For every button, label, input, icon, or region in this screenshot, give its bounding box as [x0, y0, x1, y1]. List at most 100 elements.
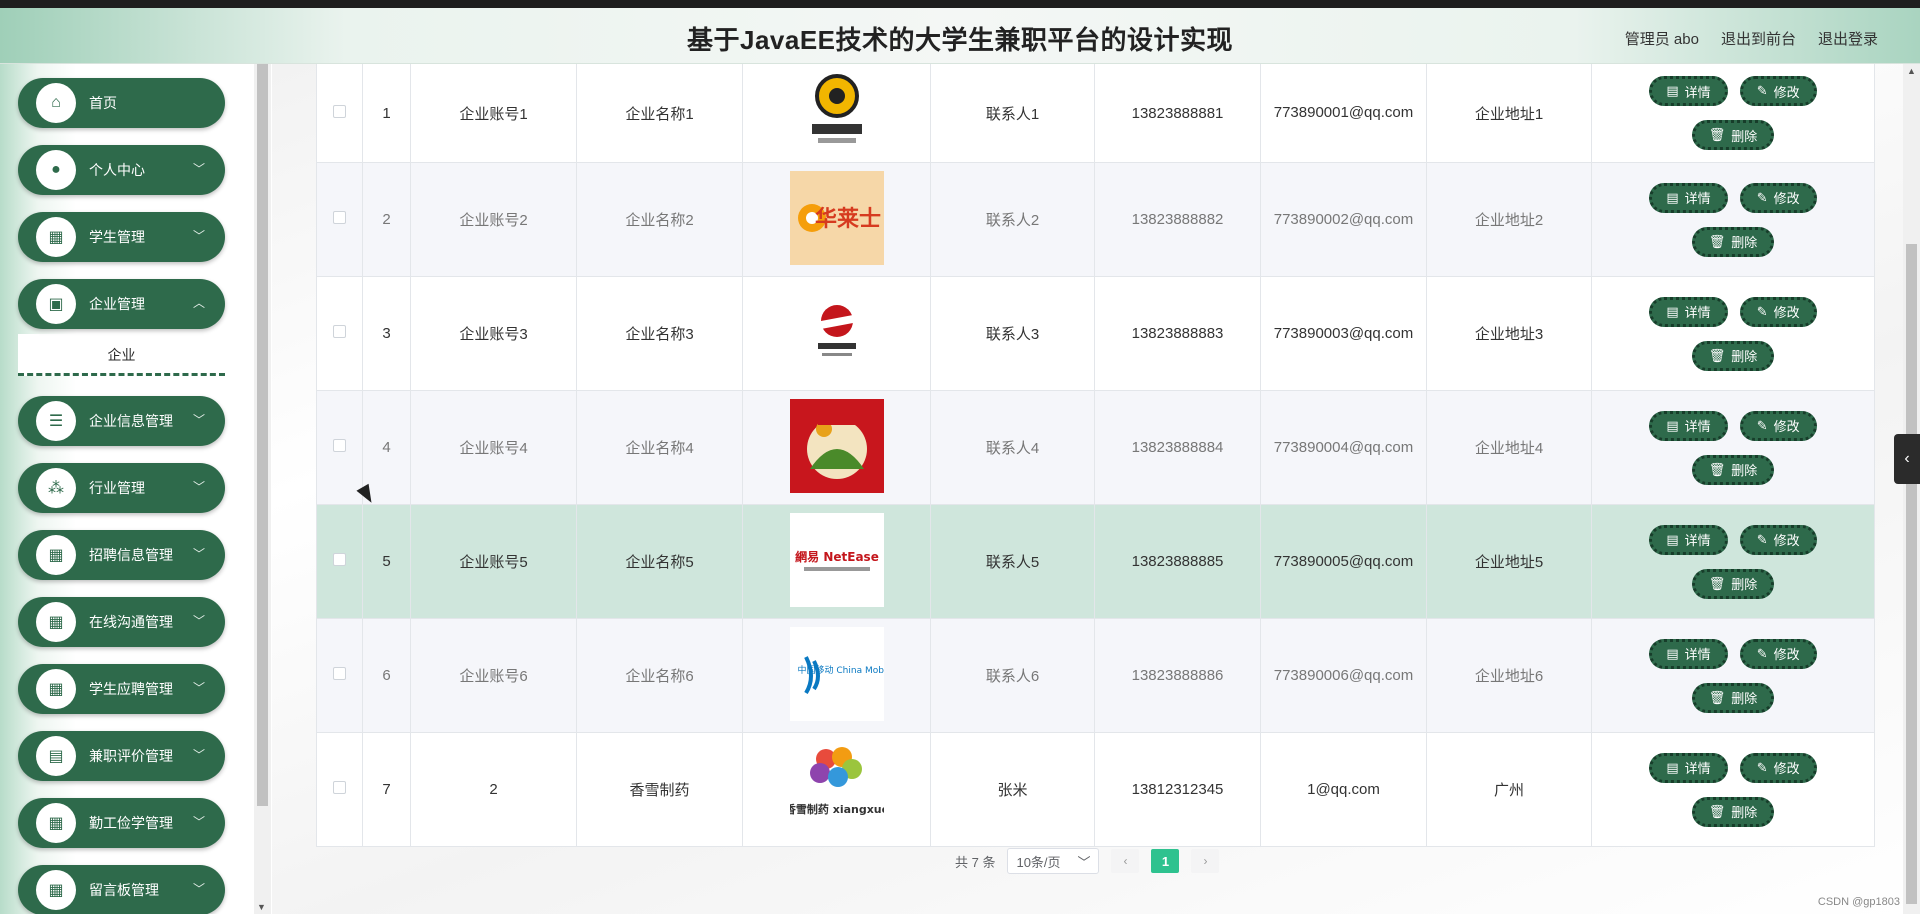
contact-phone: 13823888885 [1094, 504, 1261, 619]
email: 773890005@qq.com [1273, 552, 1414, 570]
edit-button[interactable]: ✎ 修改 [1739, 76, 1817, 106]
table-row: 2 企业账号2 企业名称2 华莱士 联系人2 13823888882 773890002@q… [316, 162, 1875, 277]
scroll-down-arrow-icon[interactable]: ▼ [257, 902, 266, 912]
sidebar-item-label: 首页 [89, 95, 117, 111]
chevron-down-icon: ﹀ [192, 614, 205, 628]
next-page-button[interactable]: › [1191, 849, 1220, 873]
enterprise-logo[interactable] [789, 398, 884, 493]
email: 773890001@qq.com [1273, 104, 1414, 121]
page-scroll-thumb[interactable] [1906, 244, 1917, 904]
enterprise-logo[interactable]: 網易 NetEase [789, 512, 884, 607]
row-actions: ▤ 详情 ✎ 修改 🗑 删除 [1591, 390, 1875, 505]
email-cell: 773890003@qq.com [1260, 276, 1427, 391]
sidebar-item-industry[interactable]: ⁂ 行业管理 ﹀ [18, 463, 225, 513]
row-checkbox[interactable] [333, 781, 346, 794]
edit-button[interactable]: ✎ 修改 [1739, 296, 1817, 327]
sidebar-item-reviews[interactable]: ▤ 兼职评价管理 ﹀ [18, 731, 225, 781]
edit-button[interactable]: ✎ 修改 [1739, 524, 1817, 555]
page-scrollbar[interactable]: ▲ [1903, 64, 1920, 914]
contact-phone: 13823888882 [1094, 162, 1261, 277]
admin-user-link[interactable]: 管理员 abo [1625, 28, 1699, 49]
sidebar-item-chat[interactable]: ▦ 在线沟通管理 ﹀ [18, 597, 225, 647]
row-checkbox[interactable] [333, 667, 346, 680]
enterprise-logo[interactable] [790, 64, 884, 158]
enterprise-logo[interactable]: 中国移动 China Mobile [789, 626, 884, 721]
collapse-panel-tab[interactable]: ‹ [1894, 434, 1920, 484]
enterprise-logo[interactable]: 香雪制药 xiangxue [790, 741, 884, 835]
row-checkbox-cell [316, 276, 363, 391]
sidebar-item-students[interactable]: ▦ 学生管理 ﹀ [18, 212, 225, 262]
enterprise-account: 企业账号3 [410, 276, 577, 391]
sidebar-item-applications[interactable]: ▦ 学生应聘管理 ﹀ [18, 664, 225, 714]
page-size-value: 10条/页 [1016, 854, 1061, 870]
edit-button[interactable]: ✎ 修改 [1739, 410, 1817, 441]
enterprise-name: 企业名称4 [576, 390, 743, 505]
detail-button[interactable]: ▤ 详情 [1649, 752, 1728, 783]
sidebar-item-label: 勤工俭学管理 [89, 815, 173, 831]
enterprise-name: 企业名称6 [576, 618, 743, 733]
pagination-total: 共 7 条 [955, 854, 996, 870]
edit-button[interactable]: ✎ 修改 [1739, 182, 1817, 213]
grid-icon: ▦ [36, 535, 76, 575]
delete-button[interactable]: 🗑 删除 [1691, 226, 1775, 257]
detail-button[interactable]: ▤ 详情 [1649, 76, 1728, 106]
enterprise-logo[interactable] [790, 285, 884, 379]
sidebar-item-home[interactable]: ⌂ 首页 [18, 78, 225, 128]
sidebar-item-label: 招聘信息管理 [89, 547, 173, 563]
exit-to-front-link[interactable]: 退出到前台 [1721, 28, 1796, 49]
sidebar-item-recruitment[interactable]: ▦ 招聘信息管理 ﹀ [18, 530, 225, 580]
table-row: 5 企业账号5 企业名称5 網易 NetEase 联系人5 13823888885 7738… [316, 504, 1875, 619]
row-checkbox[interactable] [333, 325, 346, 338]
sidebar-item-messages[interactable]: ▦ 留言板管理 ﹀ [18, 865, 225, 914]
row-checkbox[interactable] [333, 439, 346, 452]
logout-link[interactable]: 退出登录 [1818, 28, 1878, 49]
detail-button[interactable]: ▤ 详情 [1649, 296, 1728, 327]
scroll-up-arrow-icon[interactable]: ▲ [1907, 66, 1916, 76]
row-checkbox-cell [316, 64, 363, 163]
page-size-select[interactable]: 10条/页 ﹀ [1007, 848, 1100, 874]
row-checkbox-cell [316, 504, 363, 619]
row-checkbox[interactable] [333, 211, 346, 224]
delete-button[interactable]: 🗑 删除 [1691, 568, 1775, 599]
prev-page-button[interactable]: ‹ [1111, 849, 1140, 873]
sidebar-item-profile[interactable]: ● 个人中心 ﹀ [18, 145, 225, 195]
contact-phone: 13823888883 [1094, 276, 1261, 391]
table-row: 1 企业账号1 企业名称1 联系人1 13823888881 773890001@qq.c… [316, 64, 1875, 163]
enterprise-logo[interactable]: 华莱士 [789, 170, 884, 265]
delete-button[interactable]: 🗑 删除 [1691, 454, 1775, 485]
table-row: 3 企业账号3 企业名称3 联系人3 13823888883 773890003@qq.c… [316, 276, 1875, 391]
sidebar-scroll-thumb[interactable] [257, 64, 268, 806]
detail-button[interactable]: ▤ 详情 [1649, 410, 1728, 441]
sidebar-subitem-enterprise[interactable]: 企业 [18, 334, 225, 376]
contact-person: 联系人5 [930, 504, 1095, 619]
table-row: 7 2 香雪制药 香雪制药 xiangxue 张米 13812312345 1@qq.com… [316, 732, 1875, 847]
detail-button[interactable]: ▤ 详情 [1649, 638, 1728, 669]
sidebar-item-work-study[interactable]: ▦ 勤工俭学管理 ﹀ [18, 798, 225, 848]
row-checkbox[interactable] [333, 104, 346, 118]
edit-button[interactable]: ✎ 修改 [1739, 752, 1817, 783]
trash-icon: 🗑 [1708, 127, 1726, 142]
document-icon: ▤ [1666, 83, 1679, 98]
grid-icon: ▦ [36, 870, 76, 910]
detail-button[interactable]: ▤ 详情 [1649, 524, 1728, 555]
chevron-down-icon: ﹀ [192, 413, 205, 427]
delete-button[interactable]: 🗑 删除 [1691, 682, 1775, 713]
trash-icon: 🗑 [1708, 347, 1726, 363]
delete-button[interactable]: 🗑 删除 [1691, 340, 1775, 371]
detail-button[interactable]: ▤ 详情 [1649, 182, 1728, 213]
enterprise-logo-cell: 網易 NetEase [742, 504, 931, 619]
chevron-down-icon: ﹀ [192, 882, 205, 896]
sidebar-item-enterprise-info[interactable]: ☰ 企业信息管理 ﹀ [18, 396, 225, 446]
row-checkbox[interactable] [333, 553, 346, 566]
enterprise-account: 企业账号4 [410, 390, 577, 505]
delete-button[interactable]: 🗑 删除 [1691, 796, 1775, 827]
enterprise-logo-cell: 华莱士 [742, 162, 931, 277]
contact-person: 联系人6 [930, 618, 1095, 733]
sidebar-item-enterprise[interactable]: ▣ 企业管理 ︿ [18, 279, 225, 329]
page-number-current[interactable]: 1 [1151, 849, 1180, 873]
edit-button[interactable]: ✎ 修改 [1739, 638, 1817, 669]
row-checkbox-cell [316, 732, 363, 847]
delete-button[interactable]: 🗑 删除 [1691, 120, 1775, 150]
document-icon: ▤ [1666, 303, 1679, 319]
sidebar-scrollbar[interactable]: ▼ [254, 64, 271, 914]
